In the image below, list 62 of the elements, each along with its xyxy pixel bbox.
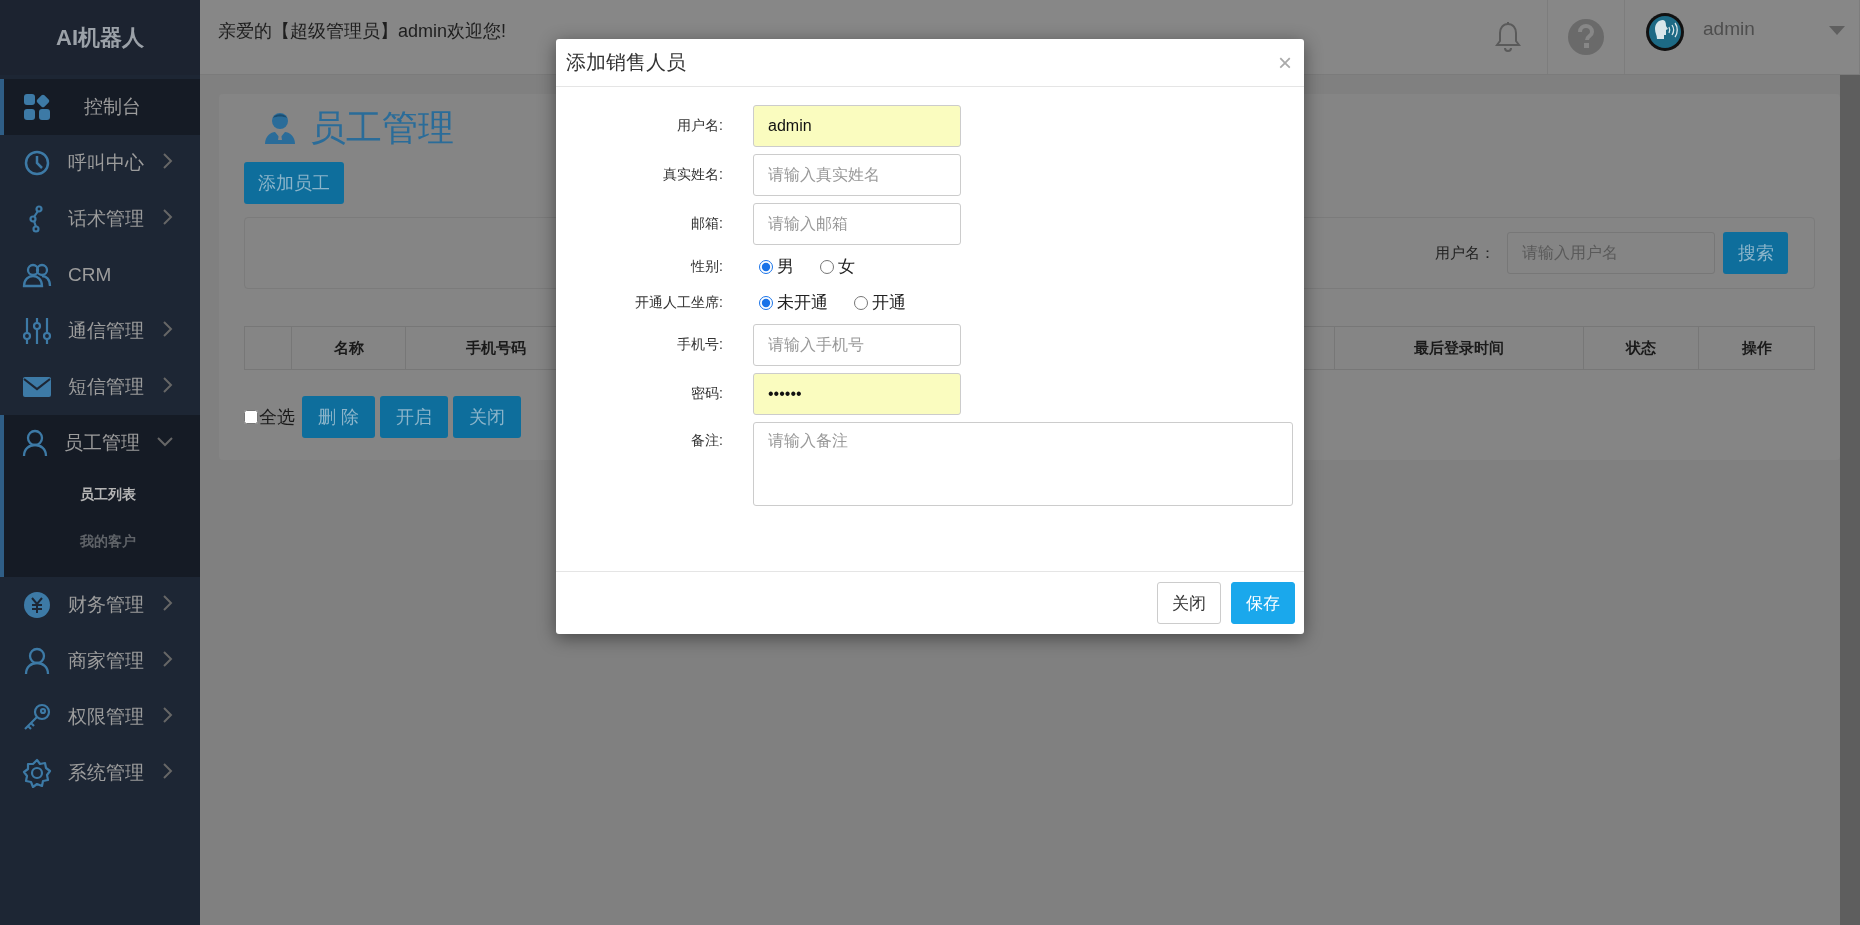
key-icon <box>22 702 52 732</box>
input-field[interactable]: admin <box>753 105 961 147</box>
field-label: 密码: <box>690 385 723 403</box>
staff-icon <box>264 111 296 145</box>
radio-label: 女 <box>838 256 855 278</box>
field-label: 手机号: <box>676 336 723 354</box>
gear-icon <box>22 758 52 788</box>
column-header: 最后登录时间 <box>1414 338 1504 358</box>
submenu-item[interactable]: 员工列表 <box>80 485 136 504</box>
sidebar-item[interactable]: 控制台 <box>0 79 200 135</box>
sliders-icon <box>22 316 52 346</box>
person-icon <box>22 429 48 457</box>
person-icon <box>24 647 50 675</box>
column-header: 名称 <box>333 338 364 358</box>
app-logo: AI机器人 <box>56 23 144 52</box>
scrollbar[interactable] <box>1840 75 1860 925</box>
input-field[interactable]: 请输入真实姓名 <box>753 154 961 196</box>
sidebar-item[interactable]: 话术管理 <box>0 191 200 247</box>
select-all-checkbox[interactable] <box>244 410 258 424</box>
radio-label: 男 <box>777 256 794 278</box>
field-label: 邮箱: <box>690 215 723 233</box>
radio-button[interactable] <box>854 295 868 310</box>
sidebar-item[interactable]: 商家管理 <box>0 633 200 689</box>
sidebar-item[interactable]: 短信管理 <box>0 359 200 415</box>
submenu-item[interactable]: 我的客户 <box>80 532 136 551</box>
column-header: 手机号码 <box>465 338 526 358</box>
yuan-icon <box>23 591 51 619</box>
users-icon <box>22 261 52 289</box>
field-label: 真实姓名: <box>662 166 723 184</box>
column-header: 状态 <box>1626 338 1656 358</box>
select-all-label: 全选 <box>259 406 295 429</box>
dashboard-icon <box>22 92 52 122</box>
clock-icon <box>23 149 51 177</box>
input-field[interactable]: 请输入邮箱 <box>753 203 961 245</box>
sidebar-item[interactable]: CRM <box>0 247 200 303</box>
dialog-title: 添加销售人员 <box>566 50 687 75</box>
radio-button[interactable] <box>820 259 834 274</box>
field-label: 用户名: <box>676 117 723 135</box>
sidebar-item[interactable]: 权限管理 <box>0 689 200 745</box>
sidebar-item[interactable]: 通信管理 <box>0 303 200 359</box>
sidebar-item[interactable]: 呼叫中心 <box>0 135 200 191</box>
column-header: 操作 <box>1741 338 1772 358</box>
envelope-icon <box>22 375 52 399</box>
sidebar-item[interactable]: 财务管理 <box>0 577 200 633</box>
field-label: 开通人工坐席: <box>634 293 723 312</box>
user-avatar[interactable] <box>1645 12 1685 52</box>
field-label: 性别: <box>689 257 723 276</box>
input-field[interactable]: 请输入手机号 <box>753 324 961 366</box>
notes-field[interactable]: 请输入备注 <box>753 422 1293 506</box>
radio-label: 开通 <box>872 292 906 314</box>
page-title: 员工管理 <box>310 105 454 150</box>
input-field[interactable]: •••••• <box>753 373 961 415</box>
search-label: 用户名： <box>1435 243 1495 263</box>
sidebar-item[interactable]: 员工管理 <box>4 415 200 471</box>
radio-label: 未开通 <box>777 292 828 314</box>
field-label: 备注: <box>690 432 723 450</box>
sidebar-item[interactable]: 系统管理 <box>0 745 200 801</box>
close-dialog-button[interactable]: 关闭 <box>1157 582 1221 624</box>
bell-icon[interactable] <box>1495 21 1521 53</box>
radio-button[interactable] <box>759 295 773 310</box>
welcome-text: 亲爱的【超级管理员】admin欢迎您! <box>218 20 507 43</box>
radio-button[interactable] <box>759 259 773 274</box>
